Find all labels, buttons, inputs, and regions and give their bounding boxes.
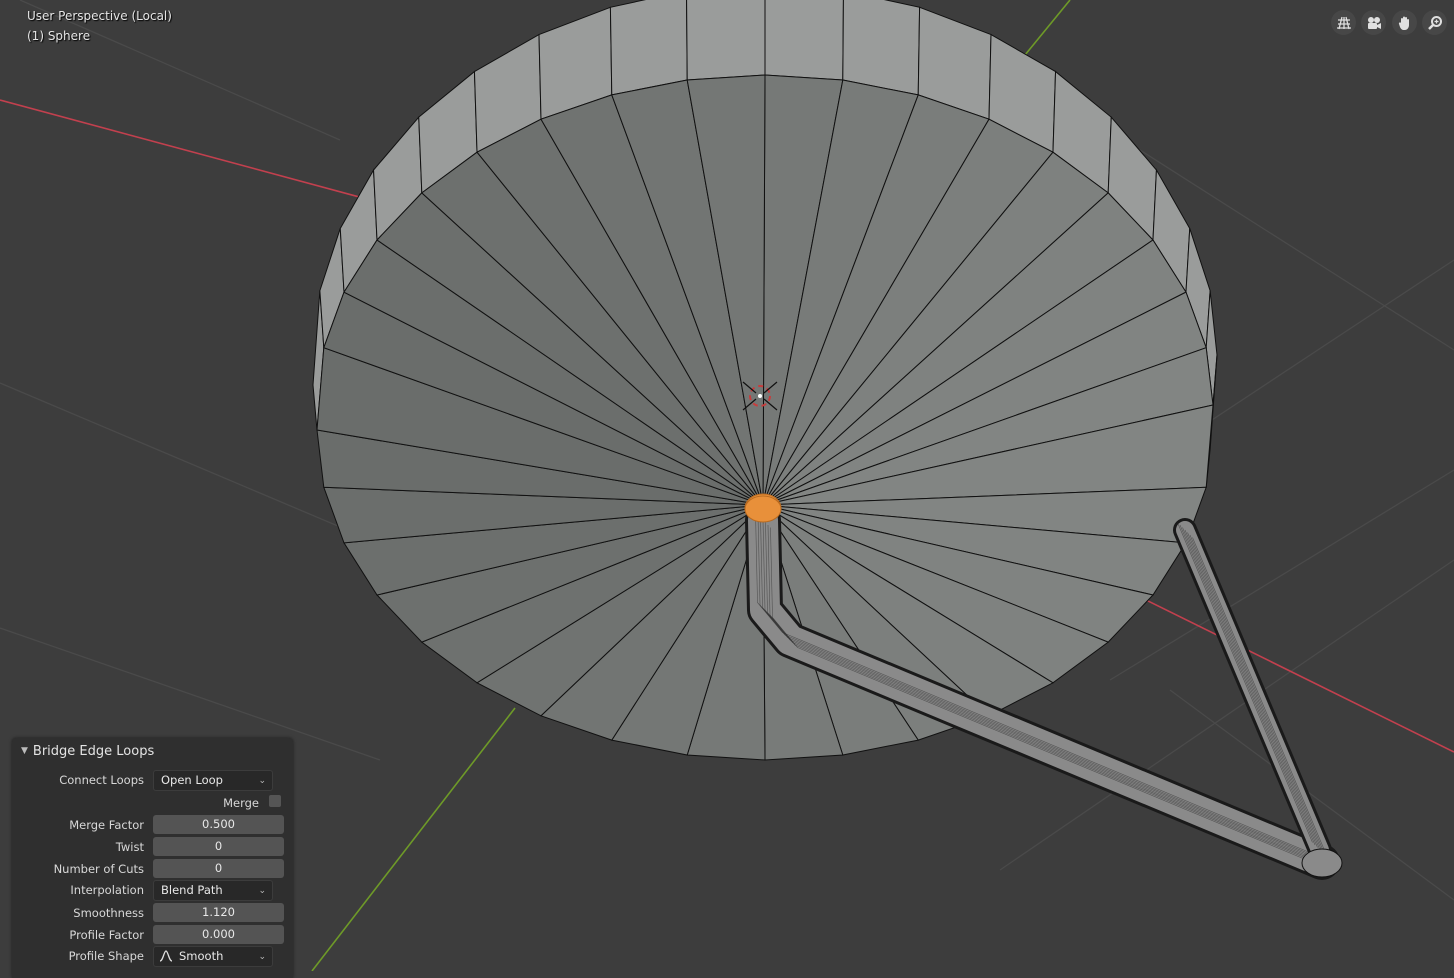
bridge-edge-loops-panel[interactable]: ▼ Bridge Edge Loops Connect Loops Open L… xyxy=(12,738,293,978)
panel-title: Bridge Edge Loops xyxy=(32,743,155,759)
magnifier-icon xyxy=(1427,15,1442,30)
sphere-mesh[interactable] xyxy=(312,0,1218,761)
merge-factor-label: Merge Factor xyxy=(69,818,144,832)
twist-label: Twist xyxy=(115,840,144,854)
collapse-arrow-icon[interactable]: ▼ xyxy=(21,746,28,756)
smoothness-label: Smoothness xyxy=(73,906,144,920)
profile-factor-field[interactable]: 0.000 xyxy=(153,925,284,944)
connect-loops-label: Connect Loops xyxy=(59,773,144,787)
profile-factor-label: Profile Factor xyxy=(69,928,144,942)
interpolation-value: Blend Path xyxy=(161,883,223,897)
view-name: User Perspective (Local) xyxy=(27,9,172,23)
twist-field[interactable]: 0 xyxy=(153,837,284,856)
merge-factor-row: Merge Factor 0.500 xyxy=(12,815,293,835)
profile-shape-row: Profile Shape Smooth ⌄ xyxy=(12,946,293,967)
toggle-camera-view-button[interactable] xyxy=(1331,10,1356,35)
hand-icon xyxy=(1398,16,1409,30)
interpolation-row: Interpolation Blend Path ⌄ xyxy=(12,880,293,901)
grid-perspective-icon xyxy=(1336,16,1351,29)
smoothness-row: Smoothness 1.120 xyxy=(12,903,293,923)
zoom-view-button[interactable] xyxy=(1422,10,1447,35)
camera-view-button[interactable] xyxy=(1361,10,1386,35)
profile-shape-value: Smooth xyxy=(179,949,224,963)
interpolation-label: Interpolation xyxy=(70,883,144,897)
number-of-cuts-row: Number of Cuts 0 xyxy=(12,859,293,879)
chevron-down-icon: ⌄ xyxy=(258,886,266,896)
profile-shape-dropdown[interactable]: Smooth ⌄ xyxy=(153,946,273,967)
profile-factor-row: Profile Factor 0.000 xyxy=(12,925,293,945)
number-of-cuts-label: Number of Cuts xyxy=(53,862,144,876)
connect-loops-value: Open Loop xyxy=(161,773,223,787)
camera-icon xyxy=(1367,16,1381,29)
active-object-name: (1) Sphere xyxy=(27,29,91,43)
panel-header[interactable]: ▼ Bridge Edge Loops xyxy=(12,738,293,764)
profile-shape-label: Profile Shape xyxy=(68,949,144,963)
connect-loops-row: Connect Loops Open Loop ⌄ xyxy=(12,770,293,791)
interpolation-dropdown[interactable]: Blend Path ⌄ xyxy=(153,880,273,901)
merge-label: Merge xyxy=(223,796,259,810)
twist-row: Twist 0 xyxy=(12,837,293,857)
merge-checkbox[interactable] xyxy=(269,795,281,807)
pan-view-button[interactable] xyxy=(1392,10,1417,35)
smoothness-field[interactable]: 1.120 xyxy=(153,903,284,922)
smooth-curve-icon xyxy=(159,950,173,962)
chevron-down-icon: ⌄ xyxy=(258,952,266,962)
merge-row: Merge xyxy=(12,793,293,813)
connect-loops-dropdown[interactable]: Open Loop ⌄ xyxy=(153,770,273,791)
merge-factor-field[interactable]: 0.500 xyxy=(153,815,284,834)
chevron-down-icon: ⌄ xyxy=(258,776,266,786)
number-of-cuts-field[interactable]: 0 xyxy=(153,859,284,878)
